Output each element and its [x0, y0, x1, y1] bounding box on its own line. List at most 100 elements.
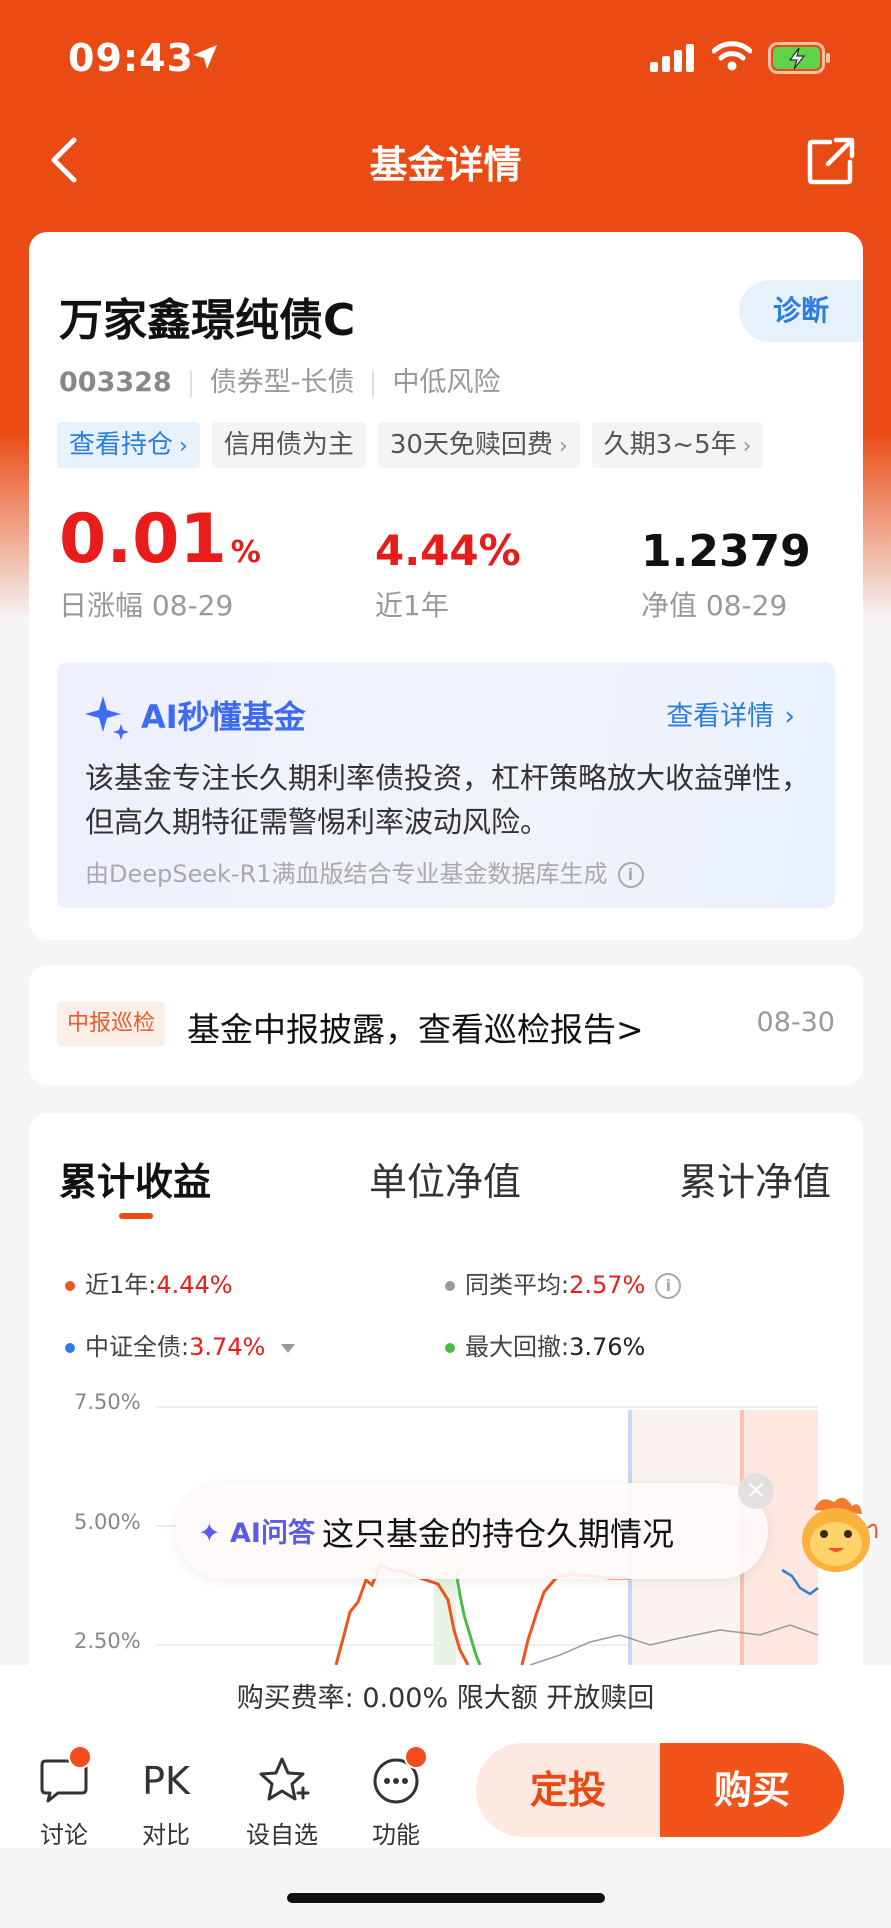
link-label: 查看详情 — [666, 701, 775, 732]
chevron-right-icon: › — [558, 434, 568, 459]
chevron-right-icon: › — [179, 434, 188, 459]
functions-button[interactable]: 功能 — [356, 1745, 436, 1849]
tag-duration[interactable]: 久期3~5年 › — [591, 422, 764, 468]
tag-view-holdings[interactable]: 查看持仓 › — [57, 422, 200, 468]
legend-dot — [65, 1343, 75, 1353]
close-icon[interactable]: × — [738, 1473, 774, 1509]
legend-benchmark[interactable]: 中证全债:3.74% — [65, 1327, 296, 1362]
divider — [372, 370, 375, 397]
wifi-icon — [711, 40, 753, 76]
navigation-bar: 基金详情 — [0, 120, 891, 200]
tag-credit-bond[interactable]: 信用债为主 — [211, 422, 366, 468]
ai-summary-text: 该基金专注长久期利率债投资，杠杆策略放大收益弹性，但高久期特征需警惕利率波动风险… — [85, 761, 811, 839]
status-bar: 09:43 — [0, 0, 891, 120]
legend-label: 中证全债: — [85, 1333, 190, 1361]
auto-invest-button[interactable]: 定投 — [476, 1743, 660, 1837]
pk-icon: PK — [142, 1759, 190, 1803]
home-indicator[interactable] — [287, 1893, 605, 1903]
nav-value: 1.2379 — [641, 526, 811, 577]
chevron-right-icon: › — [742, 434, 752, 459]
home-indicator-area — [0, 1848, 891, 1928]
ai-qa-label-text: AI问答 — [230, 1518, 315, 1549]
ai-view-details-link[interactable]: 查看详情 › — [666, 694, 795, 733]
active-tab-indicator — [119, 1213, 153, 1219]
sparkle-icon — [83, 692, 131, 744]
daily-change-unit: % — [230, 535, 261, 570]
nav-label: 净值 08-29 — [641, 589, 788, 622]
legend-value: 4.44% — [156, 1271, 233, 1299]
fund-type: 债券型-长债 — [209, 367, 355, 398]
discuss-label: 讨论 — [40, 1821, 88, 1849]
notification-dot — [68, 1745, 92, 1769]
daily-change: 0.01% — [59, 500, 261, 579]
info-icon[interactable]: i — [655, 1273, 682, 1299]
chat-bubble-icon — [40, 1759, 88, 1803]
fund-risk: 中低风险 — [392, 367, 501, 398]
daily-change-value: 0.01 — [59, 500, 227, 579]
ai-summary-footer: 由DeepSeek-R1满血版结合专业基金数据库生成 i — [85, 854, 644, 889]
legend-value: 2.57% — [569, 1271, 646, 1299]
daily-change-label: 日涨幅 08-29 — [59, 589, 234, 622]
fund-info-card: 万家鑫璟纯债C 诊断 003328 债券型-长债 中低风险 查看持仓 › 信用债为主 30… — [29, 232, 863, 940]
buy-button[interactable]: 购买 — [660, 1743, 844, 1837]
legend-label: 同类平均: — [465, 1271, 570, 1299]
footer-text: 由DeepSeek-R1满血版结合专业基金数据库生成 — [85, 860, 608, 888]
ai-summary-title: AI秒懂基金 — [141, 698, 306, 736]
compare-button[interactable]: PK 对比 — [126, 1753, 206, 1849]
legend-value: 3.74% — [189, 1333, 266, 1361]
mascot-icon[interactable] — [790, 1488, 880, 1588]
legend-label: 最大回撤: — [465, 1333, 570, 1361]
bottom-action-bar: 讨论 PK 对比 设自选 功能 定投 购买 — [0, 1733, 891, 1849]
tab-unit-nav[interactable]: 单位净值 — [369, 1151, 521, 1206]
report-notice-card[interactable]: 中报巡检 基金中报披露，查看巡检报告> 08-30 — [29, 965, 863, 1085]
notice-text: 基金中报披露，查看巡检报告> — [187, 1010, 644, 1049]
fund-name: 万家鑫璟纯债C — [59, 295, 356, 346]
legend-category-average: 同类平均:2.57% i — [445, 1265, 682, 1300]
purchase-fee-bar: 购买费率: 0.00% 限大额 开放赎回 — [0, 1665, 891, 1734]
ai-qa-label: ✦ AI问答 — [198, 1518, 315, 1549]
discuss-button[interactable]: 讨论 — [24, 1745, 104, 1849]
chart-tabs: 累计收益 单位净值 累计净值 — [29, 1113, 863, 1223]
notification-dot — [404, 1745, 428, 1769]
series-line-fund — [520, 1572, 630, 1665]
watchlist-label: 设自选 — [246, 1821, 318, 1849]
battery-charging-icon — [768, 42, 832, 78]
ai-qa-popup[interactable]: ✦ AI问答 这只基金的持仓久期情况 × — [176, 1473, 774, 1579]
legend-dot — [445, 1343, 455, 1353]
share-icon[interactable] — [806, 132, 858, 192]
legend-dot — [65, 1281, 75, 1291]
legend-label: 近1年: — [85, 1271, 157, 1299]
legend-value: 3.76% — [569, 1333, 646, 1361]
fund-meta: 003328 债券型-长债 中低风险 — [59, 360, 500, 399]
add-watchlist-button[interactable]: 设自选 — [242, 1753, 322, 1849]
year-return-value: 4.44% — [375, 526, 521, 575]
location-arrow-icon — [190, 42, 220, 76]
tag-redemption-fee[interactable]: 30天免赎回费 › — [377, 422, 580, 468]
tag-label: 久期3~5年 — [603, 430, 737, 460]
functions-label: 功能 — [372, 1821, 420, 1849]
year-return-label: 近1年 — [375, 589, 449, 622]
page-title: 基金详情 — [369, 143, 522, 187]
ai-summary-panel[interactable]: AI秒懂基金 查看详情 › 该基金专注长久期利率债投资，杠杆策略放大收益弹性，但高… — [57, 662, 835, 908]
notice-badge: 中报巡检 — [57, 1002, 166, 1046]
star-plus-icon — [259, 1757, 310, 1801]
cellular-signal-icon — [650, 44, 696, 76]
tag-label: 30天免赎回费 — [389, 430, 553, 460]
status-time: 09:43 — [68, 36, 194, 80]
tag-label: 查看持仓 — [69, 430, 174, 460]
compare-label: 对比 — [142, 1821, 190, 1849]
diagnose-button[interactable]: 诊断 — [739, 280, 863, 342]
tag-label: 信用债为主 — [223, 430, 354, 460]
ai-qa-question: 这只基金的持仓久期情况 — [322, 1515, 675, 1553]
dropdown-triangle-icon[interactable] — [281, 1343, 296, 1353]
fund-code: 003328 — [59, 367, 172, 398]
legend-max-drawdown: 最大回撤:3.76% — [445, 1327, 645, 1362]
tab-cumulative-return[interactable]: 累计收益 — [59, 1151, 211, 1206]
fund-tags: 查看持仓 › 信用债为主 30天免赎回费 › 久期3~5年 › — [57, 422, 775, 468]
info-icon[interactable]: i — [617, 862, 644, 888]
legend-dot — [445, 1281, 455, 1291]
legend-one-year: 近1年:4.44% — [65, 1265, 233, 1300]
tab-cumulative-nav[interactable]: 累计净值 — [679, 1151, 831, 1206]
chevron-right-icon: › — [784, 701, 795, 732]
notice-date: 08-30 — [756, 1007, 835, 1038]
